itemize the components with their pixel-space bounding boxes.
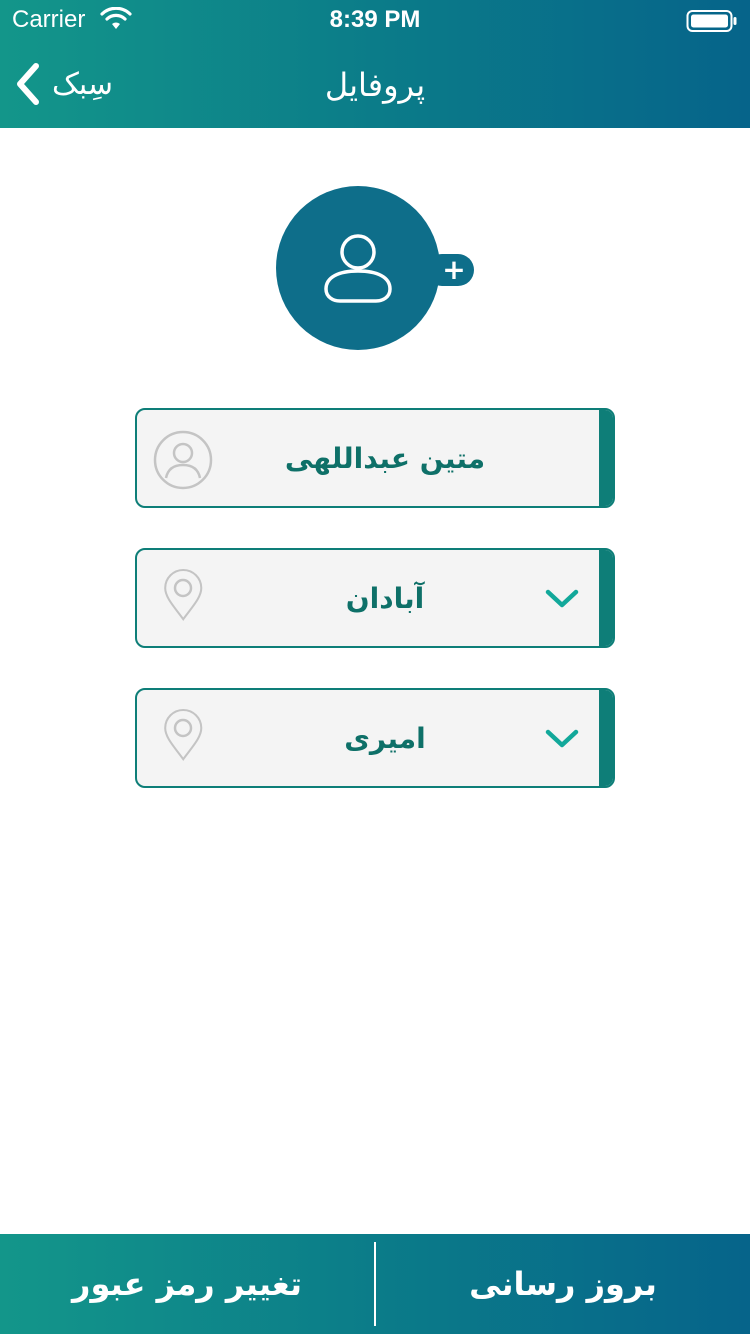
- city-value: آبادان: [345, 581, 425, 615]
- navigation-bar: سِبک پروفایل: [0, 40, 750, 128]
- page-title: پروفایل: [324, 66, 426, 104]
- field-accent-bar: [599, 690, 613, 786]
- status-time: 8:39 PM: [329, 6, 421, 33]
- avatar[interactable]: [276, 186, 440, 350]
- plus-icon: +: [442, 253, 466, 286]
- status-bar: Carrier 8:39 PM: [0, 0, 750, 40]
- user-icon: [153, 430, 213, 490]
- person-icon: [324, 234, 392, 303]
- city-dropdown[interactable]: آبادان: [135, 548, 615, 648]
- area-value: امیری: [344, 721, 426, 755]
- area-dropdown[interactable]: امیری: [135, 688, 615, 788]
- battery-icon: [686, 10, 737, 32]
- bottom-action-bar: تغییر رمز عبور بروز رسانی: [0, 1234, 750, 1334]
- header: Carrier 8:39 PM سِبک پروفایل: [0, 0, 750, 128]
- add-photo-button[interactable]: +: [426, 254, 474, 286]
- location-pin-icon: [164, 709, 203, 761]
- chevron-down-icon: [545, 729, 579, 748]
- update-button[interactable]: بروز رسانی: [376, 1234, 750, 1334]
- name-field[interactable]: متین عبداللهی: [135, 408, 615, 508]
- avatar-section: +: [276, 186, 476, 350]
- change-password-button[interactable]: تغییر رمز عبور: [0, 1234, 374, 1334]
- name-value: متین عبداللهی: [284, 441, 486, 475]
- field-accent-bar: [599, 410, 613, 506]
- field-accent-bar: [599, 550, 613, 646]
- location-pin-icon: [164, 569, 203, 621]
- chevron-down-icon: [545, 589, 579, 608]
